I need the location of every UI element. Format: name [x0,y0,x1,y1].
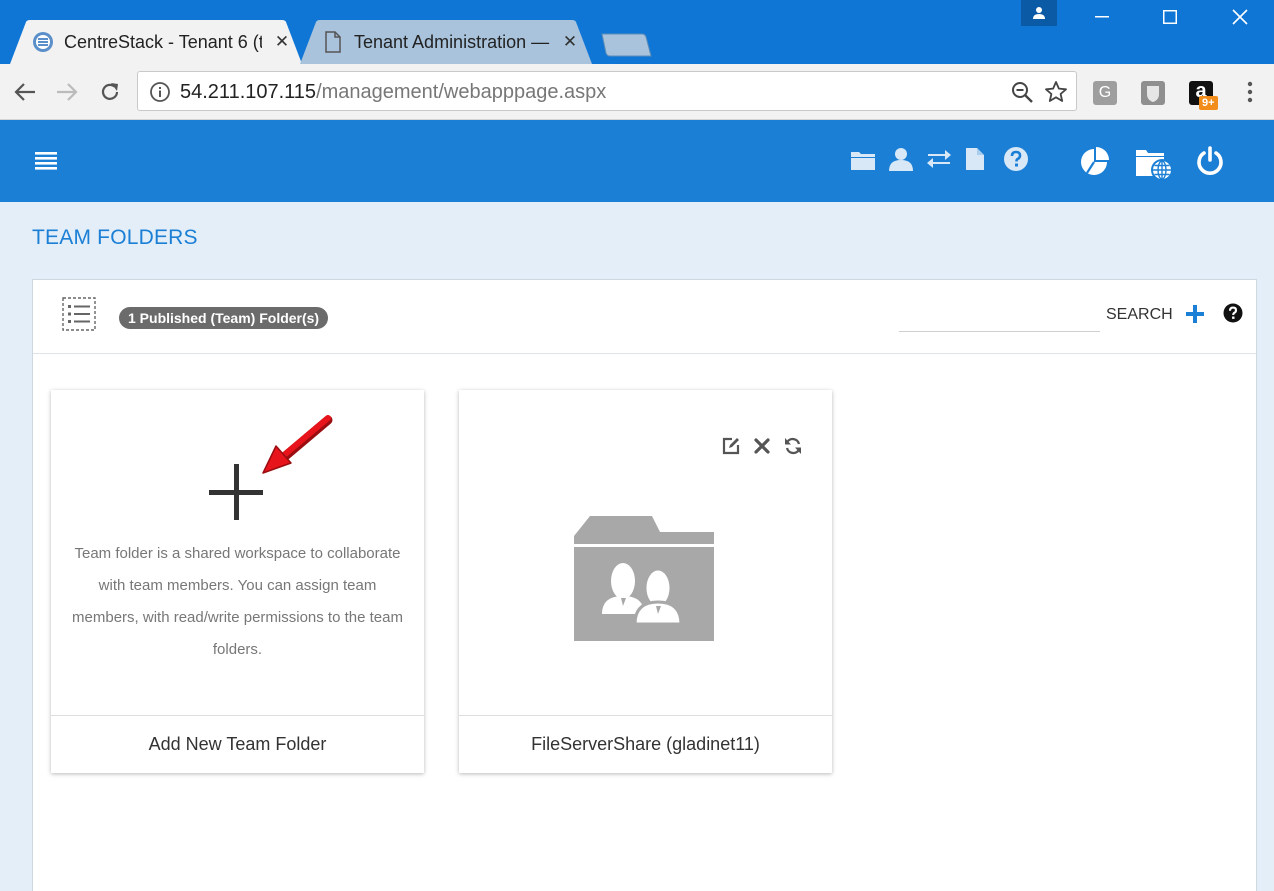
edit-folder-button[interactable] [722,437,740,455]
refresh-icon [785,437,801,455]
reload-button[interactable] [96,78,124,106]
list-view-button[interactable] [62,297,96,331]
forward-button[interactable] [53,78,81,106]
hamburger-menu-button[interactable] [34,149,58,173]
g-extension-icon[interactable]: G [1093,81,1117,105]
edit-icon [722,437,740,455]
person-icon [1033,7,1045,19]
add-team-folder-card[interactable]: Team folder is a shared workspace to col… [51,390,424,773]
transfer-arrows-icon [927,150,951,168]
plus-icon [1186,305,1204,323]
profile-button[interactable] [1021,0,1057,26]
minimize-icon [1095,16,1109,18]
transfer-button[interactable] [925,147,953,171]
add-team-folder-button[interactable] [1185,304,1205,324]
address-bar[interactable]: 54.211.107.115/management/webapppage.asp… [137,71,1077,111]
web-portal-button[interactable] [1134,146,1174,182]
browser-toolbar: 54.211.107.115/management/webapppage.asp… [0,64,1274,120]
team-folder-card[interactable]: FileServerShare (gladinet11) [459,390,832,773]
amazon-extension-icon[interactable]: a 9+ [1189,81,1218,110]
folders-button[interactable] [849,148,877,172]
minimize-button[interactable] [1080,0,1124,34]
info-icon[interactable] [149,81,171,103]
url-host: 54.211.107.115 [180,81,317,103]
panel-help-button[interactable] [1223,303,1243,323]
tab-title: Tenant Administration — [354,31,550,52]
team-folder-icon [574,514,716,642]
help-button[interactable] [1003,146,1029,172]
tab-close-icon[interactable]: ✕ [562,33,578,50]
close-icon [754,438,770,454]
pie-chart-icon [1081,147,1109,175]
users-button[interactable] [887,146,915,172]
reload-icon [101,83,119,100]
document-favicon-icon [324,31,342,53]
folder-globe-icon [1136,150,1173,181]
folder-icon [851,152,875,170]
help-icon [1004,147,1028,171]
chrome-menu-button[interactable] [1236,78,1264,106]
tab-close-icon[interactable]: ✕ [274,33,290,50]
more-vertical-icon [1247,81,1253,103]
delete-folder-button[interactable] [753,437,771,455]
app-header [0,120,1274,202]
logout-button[interactable] [1194,145,1226,177]
page-title: TEAM FOLDERS [32,226,198,249]
new-tab-button[interactable] [600,33,652,57]
extension-badge: 9+ [1199,96,1218,110]
help-icon [1223,303,1243,323]
maximize-button[interactable] [1148,0,1192,34]
browser-titlebar: CentreStack - Tenant 6 (te ✕ Tenant Admi… [0,0,1274,64]
hamburger-icon [35,152,57,170]
shield-extension-icon[interactable] [1141,81,1165,105]
folder-count-badge: 1 Published (Team) Folder(s) [119,307,329,329]
panel-toolbar: 1 Published (Team) Folder(s) SEARCH [33,280,1256,354]
power-icon [1197,146,1223,175]
search-input[interactable] [899,310,1100,332]
zoom-icon[interactable] [1011,81,1033,103]
sync-folder-button[interactable] [783,437,803,455]
arrow-left-icon [14,83,35,101]
g-extension-label: G [1098,84,1112,101]
search-button[interactable]: SEARCH [1106,306,1173,324]
red-arrow-annotation [262,415,333,474]
team-folder-name[interactable]: FileServerShare (gladinet11) [459,715,832,773]
user-icon [889,148,913,171]
dashboard-button[interactable] [1078,146,1110,178]
tab-tenant-administration[interactable]: Tenant Administration — ✕ [300,20,592,64]
team-folder-description: Team folder is a shared workspace to col… [72,545,403,658]
list-view-icon [62,297,96,331]
arrow-right-icon [57,83,78,101]
file-icon [966,148,984,170]
tab-title: CentreStack - Tenant 6 (te [64,31,262,52]
back-button[interactable] [11,78,39,106]
tab-centrestack[interactable]: CentreStack - Tenant 6 (te ✕ [10,20,302,64]
url-text: 54.211.107.115/management/webapppage.asp… [180,81,606,104]
bookmark-star-icon[interactable] [1044,80,1068,104]
close-window-button[interactable] [1218,0,1262,34]
team-folders-panel: 1 Published (Team) Folder(s) SEARCH Team… [32,279,1257,891]
add-team-folder-label[interactable]: Add New Team Folder [51,715,424,773]
files-button[interactable] [964,146,986,172]
close-icon [1232,9,1248,25]
url-path: /management/webapppage.aspx [316,81,607,103]
centrestack-favicon-icon [32,31,54,53]
maximize-icon [1163,10,1177,24]
